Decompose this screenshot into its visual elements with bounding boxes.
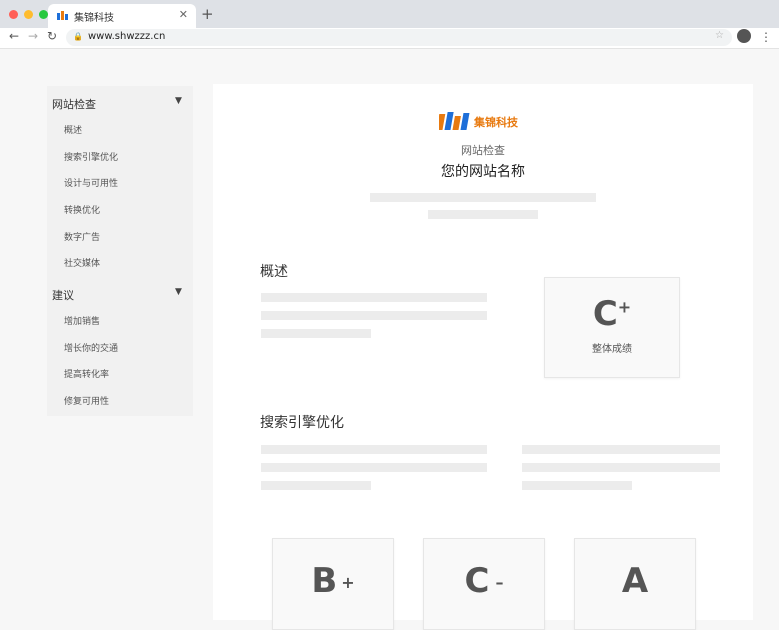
placeholder-bar bbox=[522, 463, 720, 472]
sidebar-item-increase-sales[interactable]: 增加销售 bbox=[64, 314, 100, 327]
grade-card: C – bbox=[423, 538, 545, 630]
sidebar-section-website-check[interactable]: 网站检查 bbox=[52, 96, 96, 112]
sidebar-item-design[interactable]: 设计与可用性 bbox=[64, 176, 118, 189]
placeholder-bar bbox=[522, 445, 720, 454]
placeholder-bar bbox=[261, 293, 487, 302]
placeholder-bar bbox=[261, 481, 371, 490]
sidebar: 网站检查 ▼ 概述 搜索引擎优化 设计与可用性 转换优化 数字广告 社交媒体 建… bbox=[47, 86, 193, 416]
window-controls bbox=[9, 10, 48, 19]
grade-card: A bbox=[574, 538, 696, 630]
browser-tab[interactable]: 集锦科技 ✕ bbox=[48, 4, 196, 28]
placeholder-bar bbox=[522, 481, 632, 490]
grade-value: A bbox=[621, 561, 649, 601]
browser-tab-bar: 集锦科技 ✕ + bbox=[0, 0, 779, 28]
grade-card: B + bbox=[272, 538, 394, 630]
site-title: 您的网站名称 bbox=[441, 164, 525, 180]
logo: 集锦科技 bbox=[436, 110, 518, 136]
close-tab-icon[interactable]: ✕ bbox=[179, 8, 188, 21]
placeholder-bar bbox=[428, 210, 538, 219]
bookmark-star-icon[interactable]: ☆ bbox=[715, 30, 724, 41]
placeholder-bar bbox=[261, 445, 487, 454]
forward-arrow-icon[interactable]: → bbox=[28, 29, 38, 43]
sidebar-section-suggestions[interactable]: 建议 bbox=[52, 287, 74, 303]
seo-heading: 搜索引擎优化 bbox=[260, 415, 344, 431]
reload-icon[interactable]: ↻ bbox=[47, 29, 57, 43]
new-tab-icon[interactable]: + bbox=[201, 5, 214, 23]
close-window-button[interactable] bbox=[9, 10, 18, 19]
report-panel: 集锦科技 网站检查 您的网站名称 概述 C+ 整体成绩 搜索引擎优化 B + C –… bbox=[213, 84, 753, 630]
sidebar-item-improve-conversion[interactable]: 提高转化率 bbox=[64, 367, 109, 380]
maximize-window-button[interactable] bbox=[39, 10, 48, 19]
placeholder-bar bbox=[261, 463, 487, 472]
sidebar-item-conversion[interactable]: 转换优化 bbox=[64, 203, 100, 216]
sidebar-item-fix-usability[interactable]: 修复可用性 bbox=[64, 394, 109, 407]
chevron-down-icon[interactable]: ▼ bbox=[175, 96, 182, 106]
report-subtitle: 网站检查 bbox=[461, 144, 505, 157]
logo-text: 集锦科技 bbox=[474, 116, 518, 129]
grade-value: C – bbox=[464, 561, 504, 601]
placeholder-bar bbox=[370, 193, 596, 202]
sidebar-item-grow-traffic[interactable]: 增长你的交通 bbox=[64, 341, 118, 354]
sidebar-item-overview[interactable]: 概述 bbox=[64, 123, 82, 136]
tab-title: 集锦科技 bbox=[74, 13, 114, 24]
minimize-window-button[interactable] bbox=[24, 10, 33, 19]
chevron-down-icon[interactable]: ▼ bbox=[175, 287, 182, 297]
site-favicon-icon bbox=[57, 11, 68, 20]
browser-menu-icon[interactable]: ⋮ bbox=[760, 30, 772, 44]
url-text: www.shwzzz.cn bbox=[88, 31, 166, 42]
placeholder-bar bbox=[261, 329, 371, 338]
sidebar-item-social-media[interactable]: 社交媒体 bbox=[64, 256, 100, 269]
address-bar[interactable]: 🔒 www.shwzzz.cn ☆ bbox=[66, 29, 732, 46]
back-arrow-icon[interactable]: ← bbox=[9, 29, 19, 43]
overall-grade-card: C+ 整体成绩 bbox=[544, 277, 680, 378]
placeholder-bar bbox=[261, 311, 487, 320]
sidebar-item-digital-ads[interactable]: 数字广告 bbox=[64, 230, 100, 243]
overview-heading: 概述 bbox=[260, 264, 288, 280]
logo-mark-icon bbox=[436, 112, 470, 130]
lock-icon: 🔒 bbox=[73, 32, 83, 41]
browser-toolbar: ← → ↻ 🔒 www.shwzzz.cn ☆ bbox=[0, 28, 779, 49]
overall-grade-label: 整体成绩 bbox=[592, 344, 632, 355]
overall-grade: C+ bbox=[592, 294, 632, 334]
sidebar-item-seo[interactable]: 搜索引擎优化 bbox=[64, 150, 118, 163]
grade-value: B + bbox=[311, 561, 355, 601]
profile-avatar-icon[interactable] bbox=[737, 29, 751, 43]
